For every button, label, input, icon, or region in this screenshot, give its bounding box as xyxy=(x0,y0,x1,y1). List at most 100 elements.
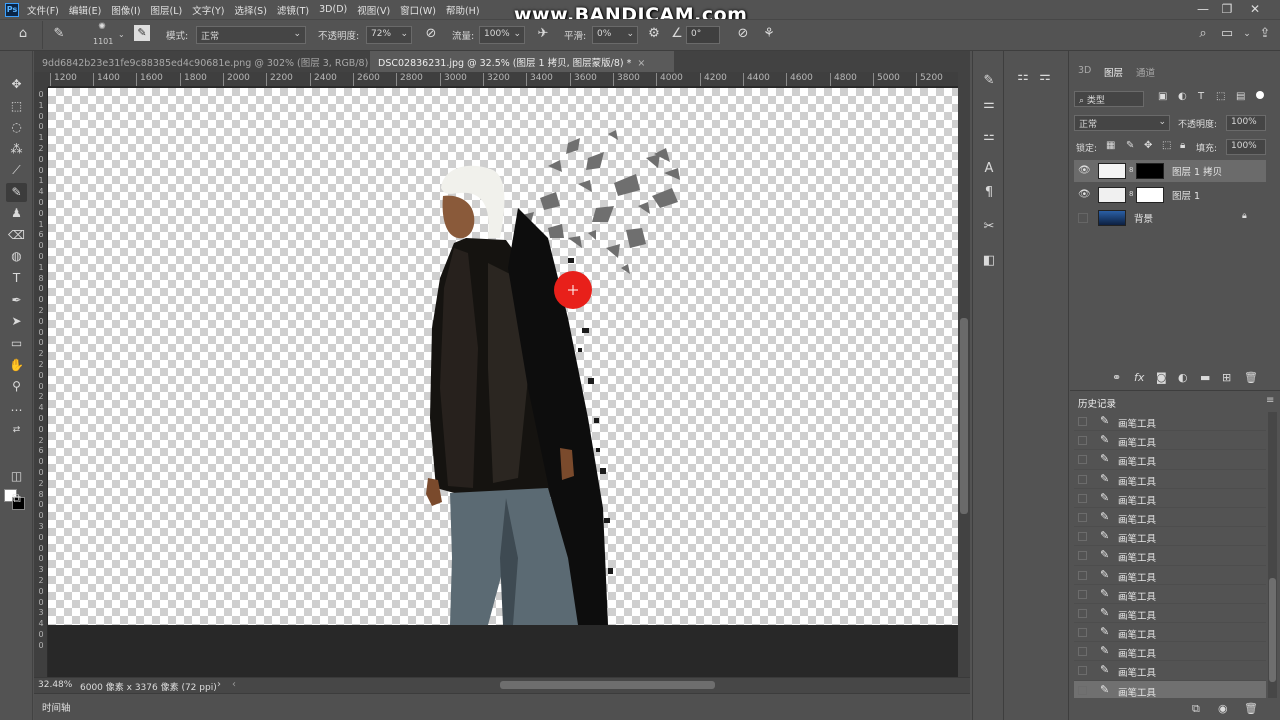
snapshot-checkbox[interactable] xyxy=(1078,455,1087,465)
pen-tool-icon[interactable]: ✒ xyxy=(6,291,27,310)
chevron-down-icon[interactable]: ⌄ xyxy=(118,30,125,39)
tab-3d[interactable]: 3D xyxy=(1078,65,1091,76)
properties-icon[interactable]: ⚏ xyxy=(1013,67,1033,87)
move-tool-icon[interactable]: ✥ xyxy=(6,75,27,94)
history-scroll-thumb[interactable] xyxy=(1269,578,1276,682)
history-title[interactable]: 历史记录 xyxy=(1078,396,1116,410)
more-tools-icon[interactable]: ⋯ xyxy=(6,401,27,420)
adjustment-layer-icon[interactable]: ◐ xyxy=(1178,371,1188,384)
doc-tab-1[interactable]: 9dd6842b23e31fe9c88385ed4c90681e.png @ 3… xyxy=(34,51,390,72)
layer-name[interactable]: 图层 1 拷贝 xyxy=(1172,164,1222,178)
screen-mode-icon[interactable]: ⧉ xyxy=(6,489,27,508)
history-item[interactable]: ✎ 画笔工具 xyxy=(1074,680,1266,698)
airbrush-icon[interactable]: ✈ xyxy=(534,25,552,43)
home-icon[interactable]: ⌂ xyxy=(14,25,32,43)
status-menu-arrow[interactable]: › xyxy=(217,679,221,690)
menu-type[interactable]: 文字(Y) xyxy=(192,3,224,17)
workspace-icon[interactable]: ▭ xyxy=(1218,25,1236,43)
swap-colors-icon[interactable]: ⇄ xyxy=(6,421,27,440)
snapshot-checkbox[interactable] xyxy=(1078,589,1087,599)
snapshot-checkbox[interactable] xyxy=(1078,666,1087,676)
brush-tip-icon[interactable]: ✺ xyxy=(93,22,111,34)
menu-layer[interactable]: 图层(L) xyxy=(151,3,183,17)
opacity-input[interactable]: 72% ⌄ xyxy=(366,26,412,44)
type-tool-icon[interactable]: T xyxy=(6,269,27,288)
layer-row[interactable]: 背景 🔒︎ xyxy=(1074,207,1266,229)
quick-mask-icon[interactable]: ◫ xyxy=(6,467,27,486)
history-item[interactable]: ✎ 画笔工具 xyxy=(1074,661,1266,681)
link-icon[interactable]: 8 xyxy=(1129,190,1133,198)
trash-icon[interactable]: 🗑︎ xyxy=(1244,371,1258,384)
blend-mode-select[interactable]: 正常 ⌄ xyxy=(1074,115,1170,131)
menu-3d[interactable]: 3D(D) xyxy=(319,4,347,15)
snapshot-checkbox[interactable] xyxy=(1078,436,1087,446)
pressure-opacity-icon[interactable]: ⊘ xyxy=(422,25,440,43)
symmetry-icon[interactable]: ⚘ xyxy=(760,25,778,43)
quick-select-tool-icon[interactable]: ⁂ xyxy=(6,140,27,159)
history-list[interactable]: ✎ 画笔工具 ✎ 画笔工具 ✎ 画笔工具 ✎ 画笔工具 ✎ 画笔工具 ✎ 画笔工具 ✎ 画笔工… xyxy=(1074,412,1266,698)
blur-tool-icon[interactable]: ◍ xyxy=(6,247,27,266)
snapshot-checkbox[interactable] xyxy=(1078,417,1087,426)
snapshot-checkbox[interactable] xyxy=(1078,685,1087,695)
fx-icon[interactable]: fx xyxy=(1134,371,1144,384)
marquee-tool-icon[interactable]: ⬚ xyxy=(6,97,27,116)
lock-pixels-icon[interactable]: ✎ xyxy=(1126,140,1134,151)
vertical-scroll-thumb[interactable] xyxy=(960,318,968,514)
doc-tab-2[interactable]: DSC02836231.jpg @ 32.5% (图层 1 拷贝, 图层蒙版/8… xyxy=(370,51,674,72)
search-icon[interactable]: ⌕ xyxy=(1194,25,1212,43)
filter-adjustment-icon[interactable]: ◐ xyxy=(1178,91,1187,102)
tab-channels[interactable]: 通道 xyxy=(1136,65,1155,79)
mode-select[interactable]: 正常 ⌄ xyxy=(196,26,306,44)
lock-artboard-icon[interactable]: ⬚ xyxy=(1162,140,1171,151)
pressure-size-icon[interactable]: ⊘ xyxy=(734,25,752,43)
snapshot-checkbox[interactable] xyxy=(1078,474,1087,484)
history-item[interactable]: ✎ 画笔工具 xyxy=(1074,450,1266,470)
snapshot-checkbox[interactable] xyxy=(1078,551,1087,561)
visibility-eye-icon[interactable]: 👁︎ xyxy=(1078,189,1091,200)
adjustments-panel-icon[interactable]: ⚌ xyxy=(979,95,999,115)
menu-help[interactable]: 帮助(H) xyxy=(446,3,480,17)
zoom-tool-icon[interactable]: ⚲ xyxy=(6,377,27,396)
tab-layers[interactable]: 图层 xyxy=(1104,65,1123,79)
snapshot-checkbox[interactable] xyxy=(1078,512,1087,522)
smoothing-input[interactable]: 0% ⌄ xyxy=(592,26,638,44)
menu-filter[interactable]: 滤镜(T) xyxy=(277,3,309,17)
document-canvas[interactable] xyxy=(48,88,958,625)
lock-transparency-icon[interactable]: ▦ xyxy=(1106,140,1115,151)
layer-name[interactable]: 背景 xyxy=(1134,211,1153,225)
layer-mask-thumbnail[interactable] xyxy=(1136,163,1164,179)
zoom-level[interactable]: 32.48% xyxy=(38,680,72,690)
eraser-tool-icon[interactable]: ⌫ xyxy=(6,226,27,245)
new-document-from-state-icon[interactable]: ⧉ xyxy=(1192,702,1200,716)
rectangle-tool-icon[interactable]: ▭ xyxy=(6,334,27,353)
menu-select[interactable]: 选择(S) xyxy=(234,3,266,17)
layer-filter-select[interactable]: ⌕ 类型 xyxy=(1074,91,1144,107)
info-icon[interactable]: ⚎ xyxy=(1035,67,1055,87)
snapshot-checkbox[interactable] xyxy=(1078,493,1087,503)
layer-mask-thumbnail[interactable] xyxy=(1136,187,1164,203)
link-icon[interactable]: 8 xyxy=(1129,166,1133,174)
library-panel-icon[interactable]: ◧ xyxy=(979,251,999,271)
hand-tool-icon[interactable]: ✋ xyxy=(6,356,27,375)
folder-icon[interactable]: ▬ xyxy=(1200,371,1210,384)
restore-button[interactable]: ❐ xyxy=(1216,1,1238,17)
link-layers-icon[interactable]: ⚭ xyxy=(1112,371,1121,384)
history-item[interactable]: ✎ 画笔工具 xyxy=(1074,623,1266,643)
history-item[interactable]: ✎ 画笔工具 xyxy=(1074,642,1266,662)
paragraph-panel-icon[interactable]: ¶ xyxy=(979,183,999,203)
history-item[interactable]: ✎ 画笔工具 xyxy=(1074,412,1266,432)
history-item[interactable]: ✎ 画笔工具 xyxy=(1074,470,1266,489)
menu-window[interactable]: 窗口(W) xyxy=(400,3,436,17)
menu-file[interactable]: 文件(F) xyxy=(27,3,59,17)
angle-input[interactable]: 0° xyxy=(686,26,720,44)
timeline-panel-tab[interactable]: 时间轴 xyxy=(34,693,970,720)
visibility-eye-icon[interactable]: 👁︎ xyxy=(1078,165,1091,176)
brush-settings-icon[interactable]: ✎ xyxy=(134,25,150,41)
layer-row[interactable]: 👁︎ 8 图层 1 xyxy=(1074,184,1266,206)
history-item[interactable]: ✎ 画笔工具 xyxy=(1074,585,1266,604)
menu-edit[interactable]: 编辑(E) xyxy=(69,3,101,17)
filter-image-icon[interactable]: ▣ xyxy=(1158,91,1167,102)
lock-position-icon[interactable]: ✥ xyxy=(1144,140,1152,151)
trash-icon[interactable]: 🗑︎ xyxy=(1244,702,1258,715)
fill-input[interactable]: 100% xyxy=(1226,139,1266,155)
